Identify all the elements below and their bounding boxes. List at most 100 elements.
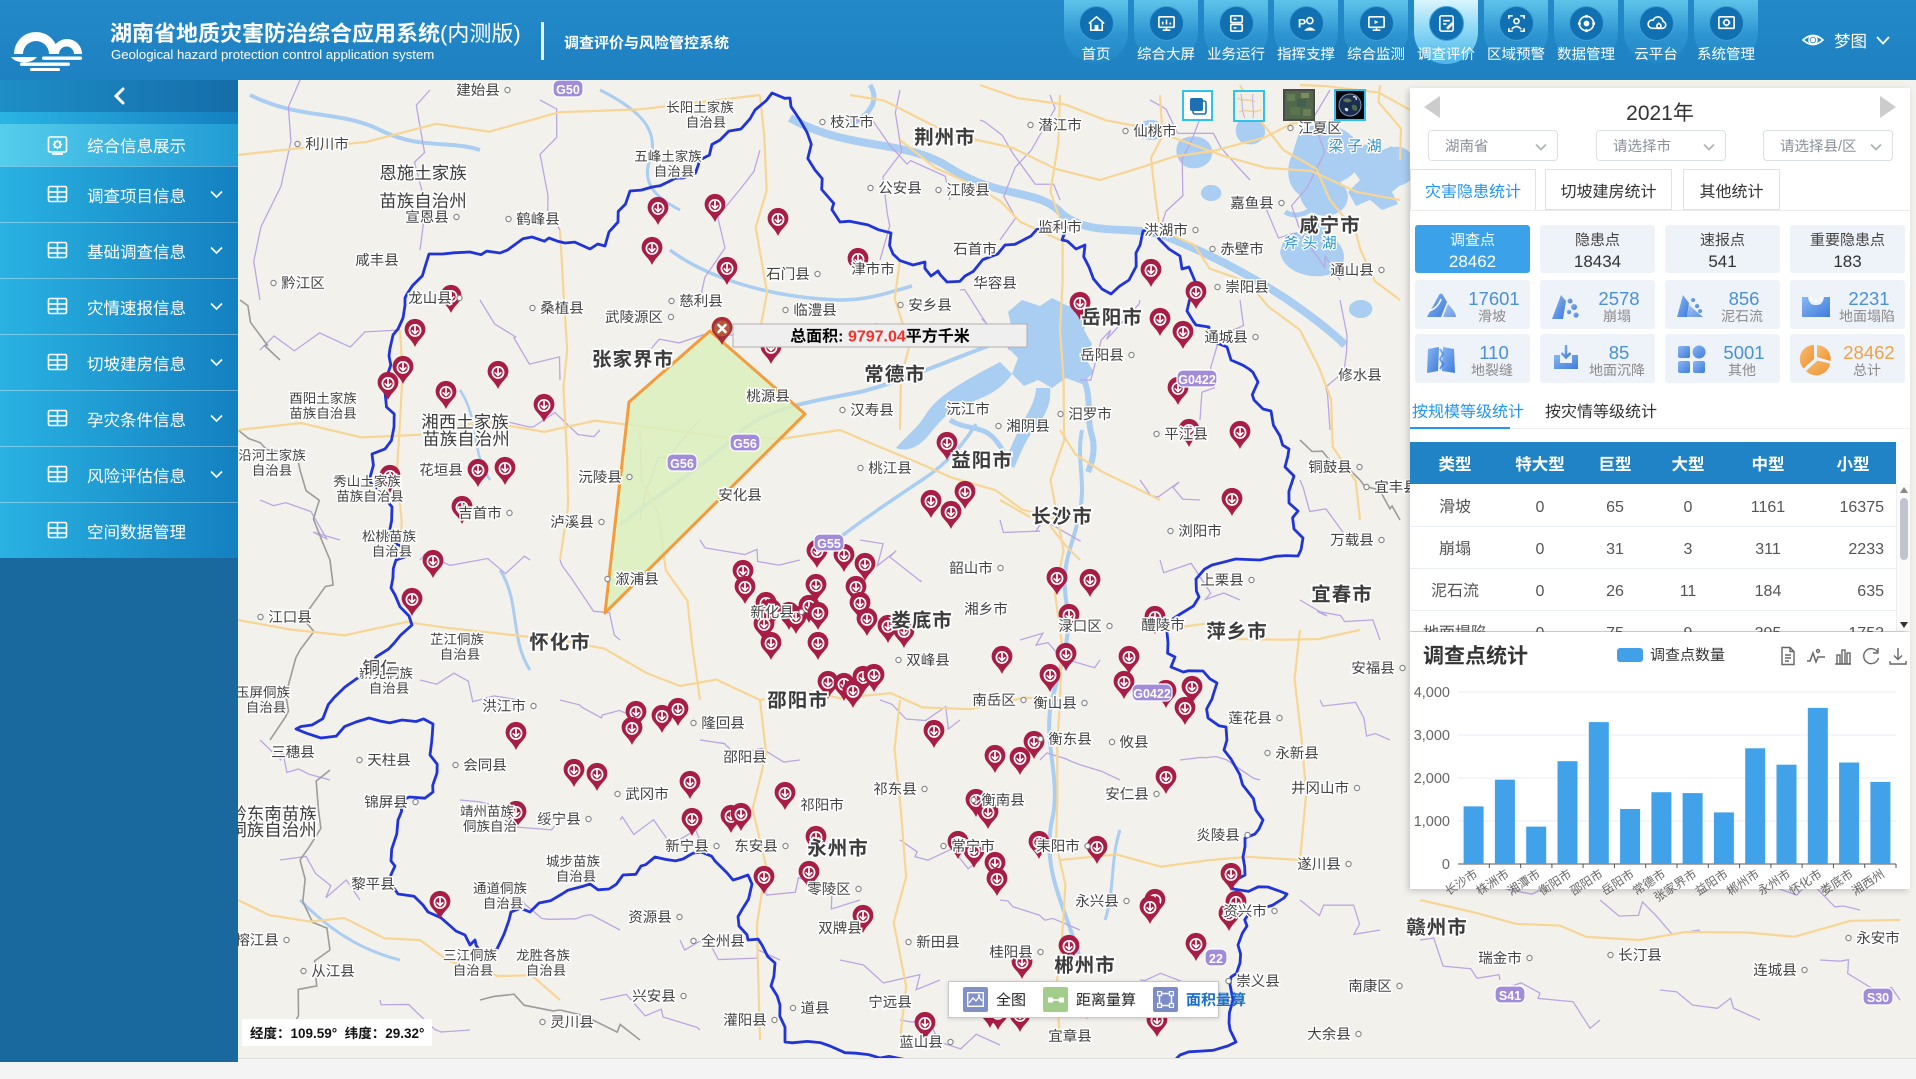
svg-text:安仁县: 安仁县: [1105, 783, 1149, 804]
svg-text:邵阳市: 邵阳市: [1567, 865, 1606, 899]
svg-text:自治县: 自治县: [526, 959, 567, 979]
svg-text:永州市: 永州市: [1754, 865, 1793, 899]
svg-text:上栗县: 上栗县: [1200, 569, 1244, 590]
svg-text:沅江市: 沅江市: [946, 398, 990, 419]
svg-text:井冈山市: 井冈山市: [1291, 777, 1349, 798]
svg-text:万载县: 万载县: [1330, 529, 1374, 550]
svg-text:灌阳县: 灌阳县: [723, 1009, 767, 1030]
svg-text:G55: G55: [817, 537, 841, 551]
svg-text:苗族自治县: 苗族自治县: [336, 485, 404, 505]
svg-text:苗族自治县: 苗族自治县: [289, 402, 357, 422]
svg-text:衡阳市: 衡阳市: [1535, 865, 1574, 899]
svg-text:常德市: 常德市: [864, 358, 926, 387]
svg-text:蓝山县: 蓝山县: [899, 1031, 943, 1052]
svg-text:锦屏县: 锦屏县: [364, 791, 408, 812]
svg-text:祁东县: 祁东县: [873, 778, 917, 799]
svg-text:武冈市: 武冈市: [625, 783, 669, 804]
svg-text:沅陵县: 沅陵县: [578, 466, 622, 487]
svg-text:炎陵县: 炎陵县: [1196, 824, 1240, 845]
svg-text:兴安县: 兴安县: [632, 985, 676, 1006]
svg-text:枝江市: 枝江市: [830, 111, 874, 132]
svg-text:湘西州: 湘西州: [1848, 865, 1887, 899]
svg-text:宜春市: 宜春市: [1311, 578, 1373, 607]
svg-text:龙山县: 龙山县: [408, 287, 452, 308]
svg-text:醴陵市: 醴陵市: [1141, 614, 1185, 635]
svg-text:安乡县: 安乡县: [908, 294, 952, 315]
svg-text:溆浦县: 溆浦县: [615, 568, 659, 589]
svg-text:长汀县: 长汀县: [1618, 944, 1662, 965]
svg-text:衡山县: 衡山县: [1033, 692, 1077, 713]
svg-text:利川市: 利川市: [305, 133, 349, 154]
svg-text:耒阳市: 耒阳市: [1036, 835, 1080, 856]
svg-text:宣恩县: 宣恩县: [405, 206, 449, 227]
svg-text:江口县: 江口县: [268, 606, 312, 627]
svg-text:22: 22: [1209, 952, 1223, 966]
svg-text:荆州市: 荆州市: [914, 121, 976, 150]
svg-text:铜鼓县: 铜鼓县: [1308, 456, 1352, 477]
svg-text:祁阳市: 祁阳市: [800, 794, 844, 815]
svg-text:桃源县: 桃源县: [746, 385, 790, 406]
svg-text:邵阳县: 邵阳县: [723, 746, 767, 767]
svg-text:浏阳市: 浏阳市: [1178, 520, 1222, 541]
svg-text:自治县: 自治县: [369, 677, 410, 697]
svg-text:G0422: G0422: [1178, 373, 1216, 387]
svg-text:斧 头 湖: 斧 头 湖: [1283, 232, 1336, 253]
svg-text:吉首市: 吉首市: [458, 502, 502, 523]
svg-text:津市市: 津市市: [851, 258, 895, 279]
svg-text:天柱县: 天柱县: [367, 749, 411, 770]
svg-text:益阳市: 益阳市: [1692, 865, 1731, 899]
svg-text:全州县: 全州县: [701, 930, 745, 951]
svg-text:苗族自治州: 苗族自治州: [422, 426, 510, 451]
svg-text:资源县: 资源县: [628, 906, 672, 927]
svg-text:瑞金市: 瑞金市: [1478, 947, 1522, 968]
svg-text:修水县: 修水县: [1338, 364, 1382, 385]
svg-text:自治县: 自治县: [440, 643, 481, 663]
svg-text:桃江县: 桃江县: [868, 457, 912, 478]
svg-text:自治县: 自治县: [483, 892, 524, 912]
svg-text:嘉鱼县: 嘉鱼县: [1230, 192, 1274, 213]
svg-text:P: P: [1297, 16, 1305, 30]
svg-text:湘阴县: 湘阴县: [1006, 415, 1050, 436]
svg-text:4,000: 4,000: [1414, 685, 1450, 701]
svg-text:永州市: 永州市: [807, 832, 869, 861]
svg-text:渌口区: 渌口区: [1058, 615, 1102, 636]
svg-text:衡东县: 衡东县: [1048, 728, 1092, 749]
svg-text:泸溪县: 泸溪县: [550, 511, 594, 532]
svg-text:平江县: 平江县: [1164, 423, 1208, 444]
svg-text:恩施土家族: 恩施土家族: [379, 160, 467, 185]
svg-text:自治县: 自治县: [246, 696, 287, 716]
svg-text:石首市: 石首市: [953, 238, 997, 259]
svg-text:灵川县: 灵川县: [550, 1011, 594, 1032]
svg-text:通山县: 通山县: [1330, 259, 1374, 280]
svg-text:娄底市: 娄底市: [1817, 865, 1856, 899]
svg-text:隆回县: 隆回县: [701, 712, 745, 733]
svg-text:湘潭市: 湘潭市: [1504, 865, 1543, 899]
svg-text:崇义县: 崇义县: [1236, 970, 1280, 991]
svg-text:益阳市: 益阳市: [951, 444, 1013, 473]
svg-text:永兴县: 永兴县: [1075, 890, 1119, 911]
svg-text:韶山市: 韶山市: [949, 557, 993, 578]
svg-text:侗族自治州: 侗族自治州: [238, 817, 317, 842]
svg-text:汉寿县: 汉寿县: [850, 399, 894, 420]
svg-text:三穗县: 三穗县: [271, 741, 315, 762]
svg-text:郴州市: 郴州市: [1054, 949, 1116, 978]
svg-text:总面积: 9797.04平方千米: 总面积: 9797.04平方千米: [790, 323, 970, 347]
svg-text:零陵区: 零陵区: [807, 878, 851, 899]
svg-text:自治县: 自治县: [453, 959, 494, 979]
svg-text:遂川县: 遂川县: [1297, 853, 1341, 874]
svg-text:华容县: 华容县: [973, 272, 1017, 293]
svg-text:G56: G56: [670, 457, 694, 471]
svg-text:郴州市: 郴州市: [1723, 865, 1762, 899]
svg-text:双峰县: 双峰县: [906, 649, 950, 670]
svg-text:新化县: 新化县: [750, 601, 794, 622]
svg-text:武陵源区: 武陵源区: [605, 306, 663, 327]
svg-text:从江县: 从江县: [311, 960, 355, 981]
svg-text:怀化市: 怀化市: [529, 626, 591, 655]
svg-text:黔江区: 黔江区: [281, 272, 325, 293]
svg-text:自治县: 自治县: [556, 865, 597, 885]
svg-text:自治县: 自治县: [252, 459, 293, 479]
svg-text:洪湖市: 洪湖市: [1144, 219, 1188, 240]
svg-text:株洲市: 株洲市: [1473, 865, 1512, 899]
svg-text:鹤峰县: 鹤峰县: [516, 208, 560, 229]
svg-text:崇阳县: 崇阳县: [1225, 276, 1269, 297]
